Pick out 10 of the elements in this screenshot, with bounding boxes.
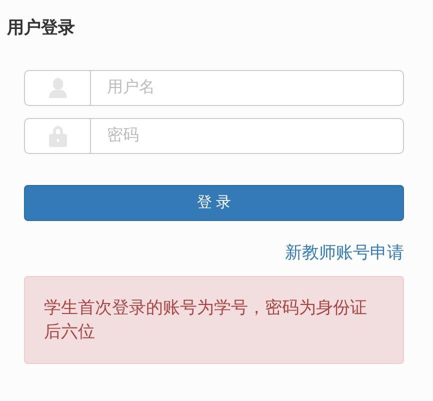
- input-group[interactable]: 密码: [24, 118, 404, 154]
- user-icon: [48, 78, 66, 98]
- username-field[interactable]: 用户名: [91, 71, 403, 105]
- page-title: 用户登录: [7, 17, 76, 39]
- new-teacher-account-link[interactable]: 新教师账号申请: [285, 241, 404, 265]
- alert-message: 学生首次登录的账号为学号，密码为身份证后六位: [44, 297, 368, 343]
- input-group[interactable]: 用户名: [24, 70, 404, 106]
- password-field[interactable]: 密码: [91, 119, 403, 153]
- lock-icon: [48, 125, 66, 147]
- login-button[interactable]: 登 录: [24, 185, 404, 221]
